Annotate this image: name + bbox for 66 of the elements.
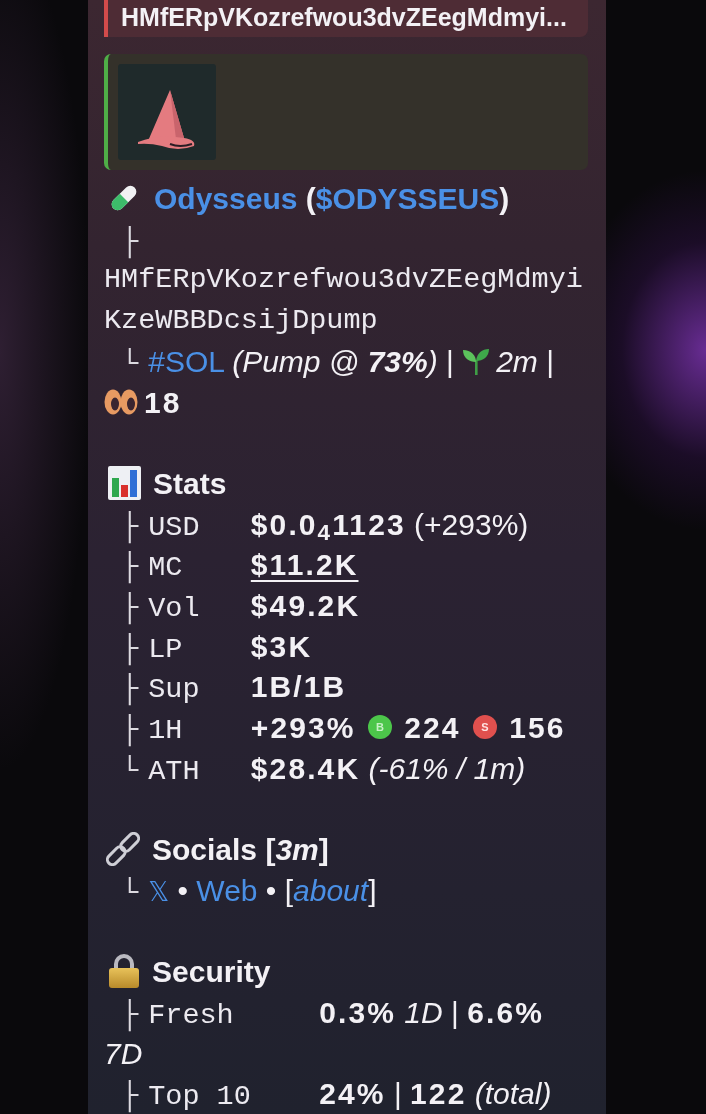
sprout-icon [462, 346, 491, 375]
stat-label: Sup [148, 673, 200, 707]
security-note: 1D [404, 996, 443, 1029]
security-note: 7D [104, 1036, 143, 1070]
stat-label: 1H [148, 714, 183, 748]
chain-link-icon [106, 832, 140, 867]
stat-note: (-61% / 1m) [368, 751, 526, 785]
stat-value: $28.4K [250, 751, 361, 785]
separator-text: • [265, 873, 277, 907]
stat-note: (+293%) [414, 507, 529, 541]
x-link[interactable]: 𝕏 [148, 876, 170, 907]
value-link[interactable]: $11.2K [250, 548, 359, 582]
info-note: (Pump @ 73%) [232, 344, 438, 378]
separator-text: | [446, 344, 454, 378]
link-preview-card[interactable] [104, 54, 588, 170]
website-link[interactable]: Web [196, 873, 258, 907]
hashtag-link[interactable]: #SOL [148, 344, 224, 378]
tree-branch: ├ [121, 635, 139, 665]
quote-text: HMfERpVKozrefwou3dvZEegMdmyi... [121, 2, 567, 33]
stat-value: 224 [404, 711, 461, 745]
section-heading: Socials [3m] [152, 833, 329, 867]
separator-text: | [451, 996, 459, 1029]
section-heading: Security [152, 955, 271, 989]
security-value: 122 [410, 1077, 467, 1111]
stat-label: USD [148, 510, 200, 544]
bracket-text: ) [499, 182, 510, 215]
reply-quote[interactable]: HMfERpVKozrefwou3dvZEegMdmyi... [104, 0, 588, 37]
security-value: 0.3% [319, 996, 396, 1029]
stat-label: Vol [148, 592, 200, 625]
security-label: Fresh [148, 999, 234, 1032]
holder-count: 18 [144, 385, 182, 419]
stat-label: ATH [148, 754, 200, 788]
tree-branch: └ [121, 350, 139, 380]
eyes-icon [104, 388, 138, 415]
sell-badge: S [472, 715, 497, 740]
stat-value: 156 [509, 711, 566, 745]
section-heading: Stats [153, 466, 227, 500]
tree-branch: ├ [121, 228, 139, 258]
stat-label: MC [148, 551, 183, 585]
bracket-text: [ [284, 873, 294, 907]
stat-value: 1B/1B [250, 670, 347, 704]
tree-branch: └ [121, 757, 139, 787]
contract-address: HMfERpVKozrefwou3dvZEegMdmyiKzeWBBDcsijDpump [104, 262, 584, 340]
padlock-icon [108, 954, 140, 989]
separator-text: | [546, 344, 554, 378]
stat-value: $0.0$_{4}$1123 [250, 507, 406, 541]
separator-text: | [393, 1077, 402, 1111]
stat-value: $49.2K [250, 589, 361, 622]
tree-branch: ├ [121, 513, 139, 543]
stat-value: $3K [250, 629, 313, 663]
bar-chart-icon [108, 466, 141, 500]
security-label: Top 10 [148, 1080, 251, 1114]
security-value: 24% [319, 1077, 386, 1111]
bracket-text: ( [305, 182, 316, 215]
tree-branch: └ [121, 879, 139, 909]
age-text: 2m [496, 344, 538, 378]
stat-value: +293% [250, 711, 356, 745]
buy-badge: B [367, 715, 392, 740]
about-link[interactable]: about [293, 873, 369, 907]
separator-text: • [177, 873, 188, 907]
security-note: (total) [474, 1077, 552, 1111]
stat-label: LP [148, 632, 183, 666]
token-name-link[interactable]: Odysseus [154, 182, 298, 215]
token-symbol-link[interactable]: $ODYSSEUS [315, 182, 500, 215]
security-value: 6.6% [467, 996, 544, 1029]
bracket-text: ] [368, 873, 377, 907]
